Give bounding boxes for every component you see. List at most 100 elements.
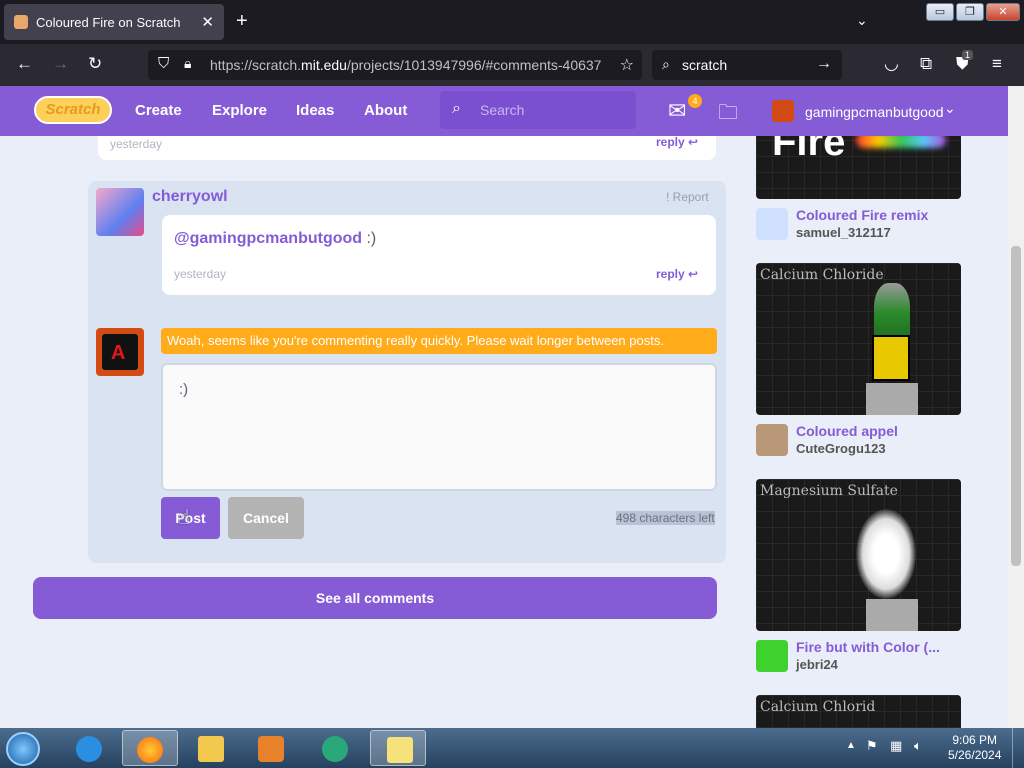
thumbnail-text: Fire [772, 136, 846, 164]
project-thumbnail[interactable]: Magnesium Sulfate [756, 479, 961, 631]
scratch-favicon-icon [14, 15, 28, 29]
comment-textarea[interactable]: :) [161, 363, 717, 491]
tab-title: Coloured Fire on Scratch [36, 15, 181, 30]
project-author[interactable]: jebri24 [796, 657, 838, 672]
username[interactable]: gamingpcmanbutgood [805, 104, 944, 120]
project-thumbnail[interactable]: Fire [756, 136, 961, 199]
scratch-search-input[interactable]: ⌕ Search [440, 91, 636, 129]
start-button[interactable] [6, 732, 40, 766]
my-stuff-folder-icon[interactable]: 🗀 [718, 98, 738, 132]
thumbnail-text: Magnesium Sulfate [760, 483, 898, 499]
characters-left: 498 characters left [616, 511, 715, 525]
avatar[interactable] [96, 188, 144, 236]
thumbnail-text: Calcium Chloride [760, 267, 884, 283]
pocket-icon[interactable]: ◡ [884, 54, 899, 74]
reply-link[interactable]: reply ↩ [656, 267, 698, 281]
new-tab-icon[interactable]: + [236, 10, 248, 33]
browser-tab[interactable]: Coloured Fire on Scratch ✕ [4, 4, 224, 40]
messages-icon[interactable]: ✉ [668, 98, 686, 124]
bookmark-star-icon[interactable]: ☆ [620, 55, 634, 75]
comment-time: yesterday [174, 267, 227, 281]
maximize-button[interactable]: ❐ [956, 3, 984, 21]
menu-icon[interactable]: ≡ [992, 54, 1002, 74]
comment-author[interactable]: cherryowl [152, 188, 228, 206]
search-icon: ⌕ [452, 100, 461, 117]
go-arrow-icon[interactable]: → [816, 55, 832, 73]
taskbar-app[interactable] [308, 730, 364, 766]
report-link[interactable]: ! Report [666, 190, 709, 204]
project-title[interactable]: Coloured appel [796, 423, 898, 439]
sticky-notes-icon [387, 737, 413, 763]
extension-badge: 1 [962, 50, 974, 60]
search-placeholder: Search [480, 102, 525, 118]
avatar: A [96, 328, 144, 376]
taskbar-sticky-notes[interactable] [370, 730, 426, 766]
scrollbar-thumb[interactable] [1011, 246, 1021, 566]
comment-time: yesterday [110, 137, 163, 151]
scratch-header: Scratch Create Explore Ideas About ⌕ Sea… [0, 86, 1008, 136]
nav-explore[interactable]: Explore [212, 102, 267, 119]
project-author[interactable]: CuteGrogu123 [796, 441, 886, 456]
avatar[interactable] [756, 640, 788, 672]
project-thumbnail[interactable]: Calcium Chloride [756, 263, 961, 415]
flag-icon[interactable]: ⚑ [866, 738, 878, 754]
comment-draft-text: :) [179, 381, 189, 398]
search-icon: ⌕ [662, 56, 670, 72]
clock-date: 5/26/2024 [948, 748, 1002, 762]
forward-icon[interactable]: → [52, 54, 69, 74]
search-bar[interactable]: ⌕ scratch → [652, 50, 842, 80]
show-hidden-icons[interactable]: ▲ [846, 740, 856, 751]
comment-card: @gamingpcmanbutgood :) yesterday reply ↩ [162, 215, 716, 295]
post-button[interactable]: Post [161, 497, 220, 539]
hand-cursor-icon: ☝ [178, 507, 191, 529]
clock-time: 9:06 PM [952, 733, 998, 747]
chevron-down-icon[interactable]: ⌄ [856, 12, 868, 29]
avatar[interactable] [756, 424, 788, 456]
taskbar-media-player[interactable] [244, 730, 300, 766]
show-desktop-button[interactable] [1012, 728, 1024, 768]
search-text: scratch [682, 57, 728, 73]
browser-nav-bar: ← → ↻ ⛉ 🔒︎ https://scratch.mit.edu/proje… [0, 44, 1024, 86]
back-icon[interactable]: ← [16, 54, 33, 74]
taskbar-ie[interactable] [62, 730, 118, 766]
reply-link[interactable]: reply ↩ [656, 136, 698, 149]
nav-about[interactable]: About [364, 102, 407, 119]
comment-body: @gamingpcmanbutgood :) [174, 230, 377, 247]
taskbar-clock[interactable]: 9:06 PM 5/26/2024 [948, 733, 1001, 763]
account-dropdown-icon[interactable]: ⌄ [944, 100, 956, 117]
cancel-button[interactable]: Cancel [228, 497, 304, 539]
shield-icon[interactable]: ⛉ [158, 55, 169, 72]
url-bar[interactable]: ⛉ 🔒︎ https://scratch.mit.edu/projects/10… [148, 50, 642, 80]
url-text[interactable]: https://scratch.mit.edu/projects/1013947… [210, 57, 610, 73]
minimize-button[interactable]: ▭ [926, 3, 954, 21]
taskbar-firefox[interactable] [122, 730, 178, 766]
user-avatar[interactable] [772, 100, 794, 122]
project-title[interactable]: Coloured Fire remix [796, 207, 928, 223]
firefox-icon [137, 737, 163, 763]
rate-limit-warning: Woah, seems like you're commenting reall… [161, 328, 717, 354]
extensions-icon[interactable]: ⧉ [920, 54, 932, 74]
project-author[interactable]: samuel_312117 [796, 225, 891, 240]
avatar[interactable] [756, 208, 788, 240]
volume-muted-icon[interactable]: 🔈︎ [914, 738, 922, 754]
browser-tab-bar: Coloured Fire on Scratch ✕ + ⌄ ▭ ❐ ✕ [0, 0, 1024, 44]
taskbar-explorer[interactable] [184, 730, 240, 766]
windows-taskbar: ▲ ⚑ ▦ 🔈︎ 9:06 PM 5/26/2024 [0, 728, 1024, 768]
project-thumbnail[interactable]: Calcium Chlorid [756, 695, 961, 728]
messages-count-badge: 4 [688, 94, 702, 108]
nav-create[interactable]: Create [135, 102, 182, 119]
close-tab-icon[interactable]: ✕ [201, 13, 214, 31]
lock-icon[interactable]: 🔒︎ [184, 55, 191, 72]
folder-icon [198, 736, 224, 762]
app-icon [322, 736, 348, 762]
page-content: yesterday reply ↩ cherryowl ! Report @ga… [0, 136, 1008, 728]
scratch-logo[interactable]: Scratch [34, 96, 112, 124]
project-title[interactable]: Fire but with Color (... [796, 639, 940, 655]
reload-icon[interactable]: ↻ [88, 54, 102, 74]
nav-ideas[interactable]: Ideas [296, 102, 334, 119]
media-player-icon [258, 736, 284, 762]
mention-link[interactable]: @gamingpcmanbutgood [174, 230, 362, 247]
network-icon[interactable]: ▦ [890, 738, 902, 754]
see-all-comments-button[interactable]: See all comments [33, 577, 717, 619]
close-window-button[interactable]: ✕ [986, 3, 1020, 21]
